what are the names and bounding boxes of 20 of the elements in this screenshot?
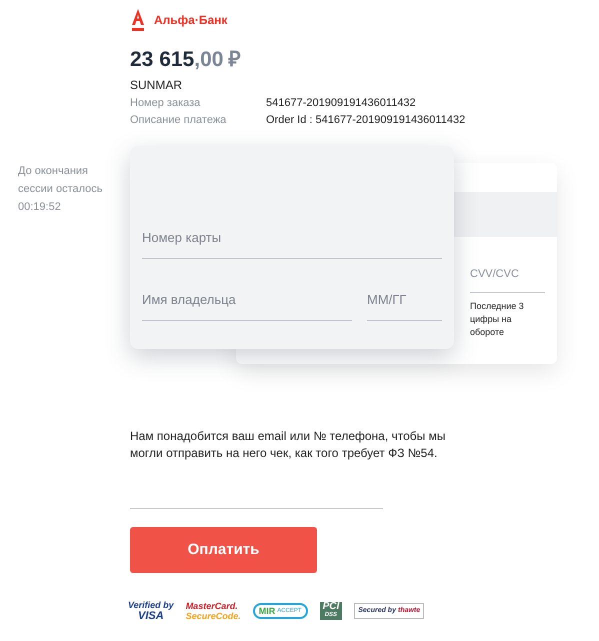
email-field[interactable]: [130, 506, 383, 509]
detail-label: Номер заказа: [130, 96, 202, 111]
pay-button[interactable]: Оплатить: [130, 527, 317, 573]
merchant-name: SUNMAR: [130, 77, 184, 94]
mastercard-logo-text: MasterCard. SecureCode.: [186, 601, 241, 621]
detail-value: 541677-201909191436011432: [266, 96, 416, 111]
bank-logo-icon: [130, 8, 146, 32]
cardholder-field[interactable]: Имя владельца: [142, 290, 352, 321]
card-number-field[interactable]: Номер карты: [142, 228, 442, 259]
session-label: До окончания сессии осталось: [18, 164, 104, 197]
payment-amount: 23 615,00 ₽: [130, 47, 242, 73]
cvv-hint: Последние 3 цифры на обороте: [470, 300, 525, 339]
cvv-field[interactable]: CVV/CVC: [470, 266, 545, 293]
bank-name: Альфа·Банк: [154, 12, 228, 29]
detail-value: Order Id : 541677-201909191436011432: [266, 113, 466, 128]
receipt-note: Нам понадобится ваш email или № телефона, чтобы мы могли отправить на него чек, как того требует ФЗ №54.: [130, 428, 446, 462]
session-timer: 00:19:52: [18, 200, 62, 215]
visa-logo-text: Verified by VISA: [128, 600, 174, 622]
detail-label: Описание платежа: [130, 113, 228, 128]
expiry-field[interactable]: ММ/ГГ: [367, 290, 442, 321]
